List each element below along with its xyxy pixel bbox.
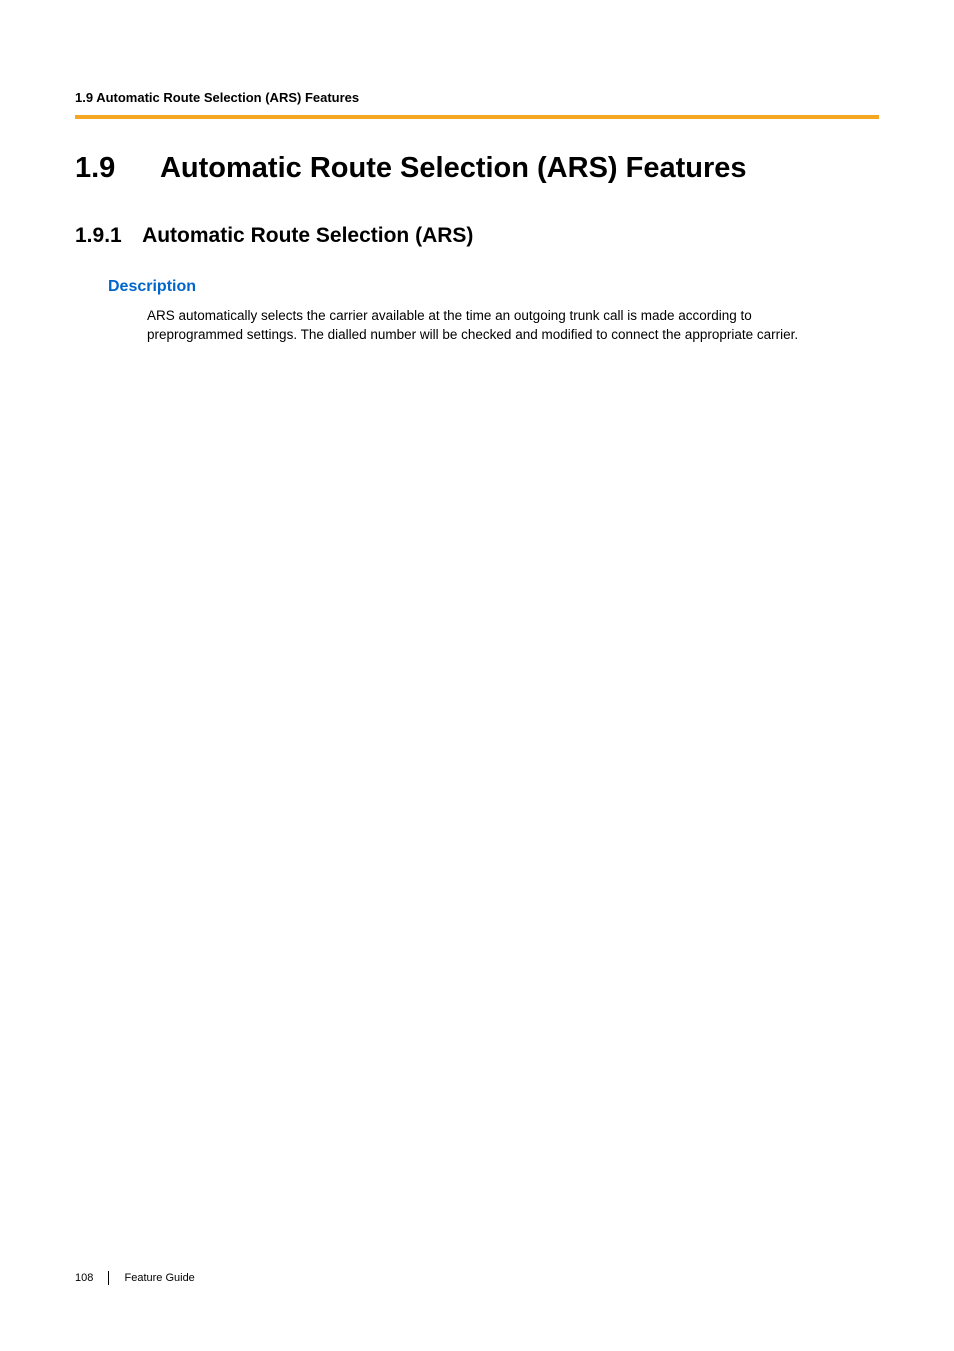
page-footer: 108 Feature Guide [75,1271,195,1285]
description-body: ARS automatically selects the carrier av… [147,306,839,345]
header-rule [75,115,879,119]
footer-label: Feature Guide [124,1272,194,1284]
footer-divider [108,1271,109,1285]
section-number: 1.9 [75,151,153,186]
page-number: 108 [75,1272,93,1284]
section-heading: 1.9 Automatic Route Selection (ARS) Feat… [75,151,879,186]
section-title-text: Automatic Route Selection (ARS) Features [160,152,747,184]
subsection-heading: 1.9.1 Automatic Route Selection (ARS) [75,224,879,248]
subsection-title-text: Automatic Route Selection (ARS) [142,224,473,247]
description-heading: Description [108,278,879,296]
subsection-number: 1.9.1 [75,224,137,248]
page-container: 1.9 Automatic Route Selection (ARS) Feat… [0,0,954,1351]
running-header: 1.9 Automatic Route Selection (ARS) Feat… [75,90,879,105]
